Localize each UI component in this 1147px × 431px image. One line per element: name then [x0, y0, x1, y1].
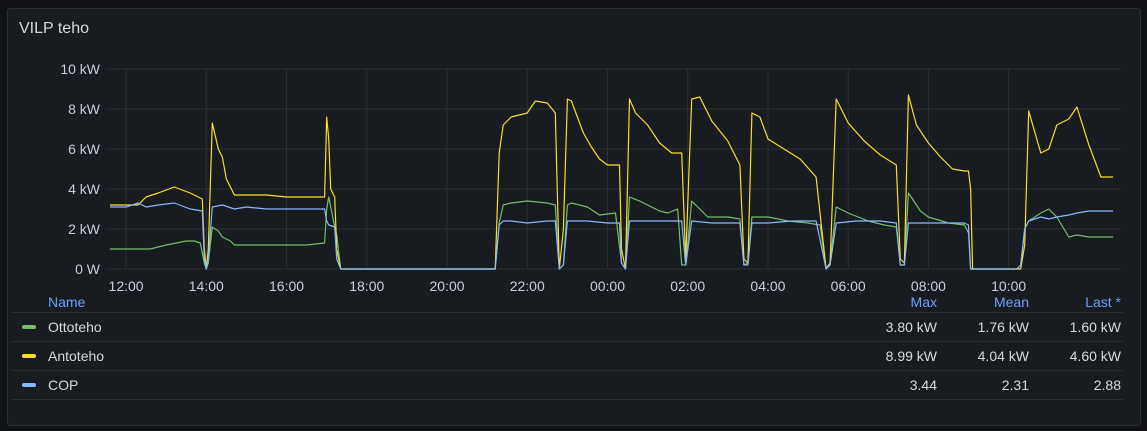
series-color-swatch [22, 383, 36, 387]
legend-value-last: 4.60 kW [1069, 348, 1121, 364]
y-tick-label: 8 kW [68, 101, 101, 117]
legend-table: Name Max Mean Last * Ottoteho 3.80 kW 1.… [11, 291, 1123, 400]
legend-series-name[interactable]: Ottoteho [48, 319, 102, 335]
legend-row-cop[interactable]: COP 3.44 2.31 2.88 [11, 371, 1123, 400]
legend-header-name[interactable]: Name [11, 294, 847, 310]
series-color-swatch [22, 325, 36, 329]
legend-value-max: 3.44 [909, 377, 937, 393]
y-tick-label: 2 kW [68, 221, 101, 237]
legend-series-name[interactable]: COP [48, 377, 78, 393]
legend-value-last: 2.88 [1093, 377, 1121, 393]
legend-row-ottoteho[interactable]: Ottoteho 3.80 kW 1.76 kW 1.60 kW [11, 313, 1123, 342]
legend-value-mean: 1.76 kW [977, 319, 1029, 335]
legend-header-last[interactable]: Last * [1031, 294, 1123, 310]
y-tick-label: 4 kW [68, 181, 101, 197]
series-color-swatch [22, 354, 36, 358]
legend-value-max: 8.99 kW [885, 348, 937, 364]
y-tick-label: 0 W [75, 261, 101, 277]
legend-value-mean: 2.31 [1001, 377, 1029, 393]
series-line-ottoteho[interactable] [110, 192, 1113, 270]
legend-value-last: 1.60 kW [1069, 319, 1121, 335]
legend-series-name[interactable]: Antoteho [48, 348, 104, 364]
y-tick-label: 10 kW [60, 61, 100, 77]
legend-value-max: 3.80 kW [885, 319, 937, 335]
y-tick-label: 6 kW [68, 141, 101, 157]
legend-header-mean[interactable]: Mean [939, 294, 1031, 310]
legend-header: Name Max Mean Last * [11, 291, 1123, 313]
legend-row-antoteho[interactable]: Antoteho 8.99 kW 4.04 kW 4.60 kW [11, 342, 1123, 371]
legend-header-max[interactable]: Max [847, 294, 939, 310]
legend-value-mean: 4.04 kW [977, 348, 1029, 364]
series-line-antoteho[interactable] [110, 94, 1113, 270]
